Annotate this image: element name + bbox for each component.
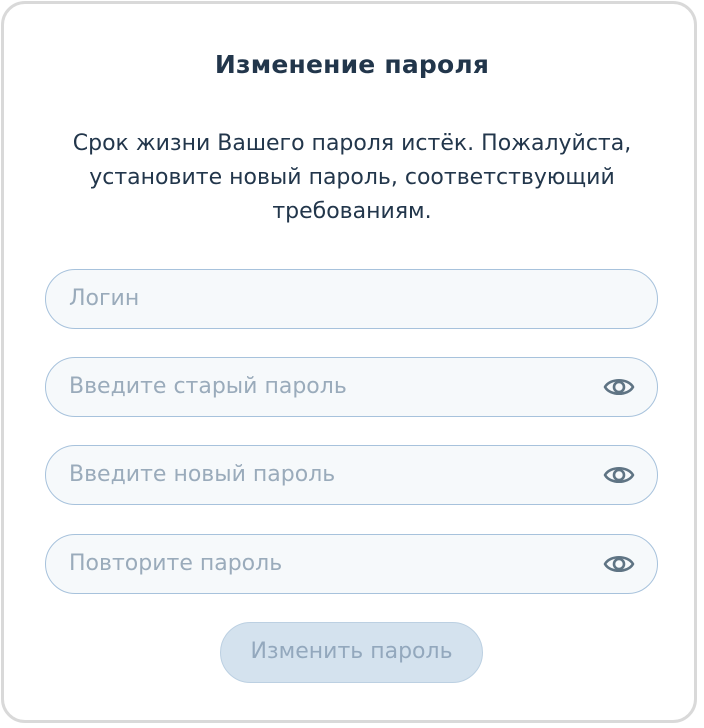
dialog-description: Срок жизни Вашего пароля истёк. Пожалуйс… [72,131,632,224]
new-password-field-container [45,445,658,505]
repeat-password-field-container [45,534,658,594]
dialog-title: Изменение пароля [214,50,490,79]
eye-icon[interactable] [603,550,635,578]
old-password-input[interactable] [69,358,589,415]
new-password-input[interactable] [69,446,589,503]
old-password-field-container [45,357,658,417]
login-input[interactable] [69,270,589,327]
login-field-container [45,269,658,329]
eye-icon[interactable] [603,461,635,489]
repeat-password-input[interactable] [69,535,589,592]
eye-icon[interactable] [603,373,635,401]
change-password-button[interactable]: Изменить пароль [220,622,483,683]
